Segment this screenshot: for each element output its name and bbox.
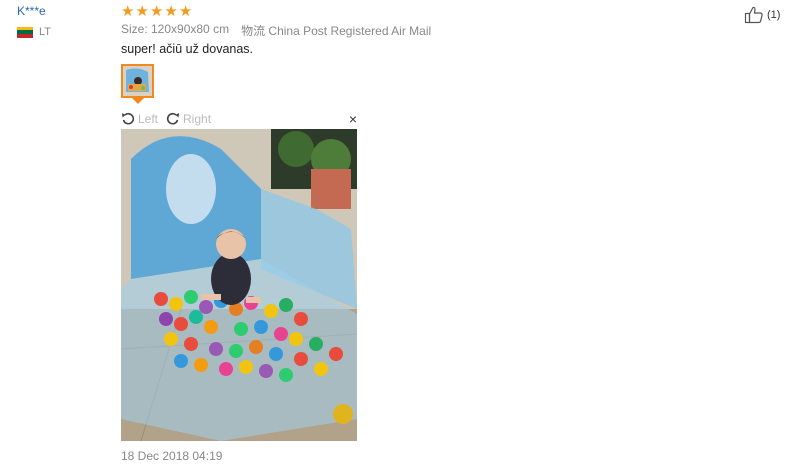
photo-viewer-toolbar: Left Right ×: [121, 110, 357, 128]
thumbs-up-icon: [744, 6, 763, 24]
rotate-right-label: Right: [183, 112, 212, 126]
shipping-label: 物流: [241, 24, 266, 38]
helpful-count: (1): [767, 9, 781, 21]
star-icon: ★: [164, 3, 178, 20]
thumbnail-image: [123, 66, 152, 96]
star-icon: ★: [178, 3, 193, 20]
rotate-right-button[interactable]: Right: [166, 112, 211, 126]
review-text: super! ačiū už dovanas.: [121, 42, 254, 56]
review-date: 18 Dec 2018 04:19: [121, 449, 223, 463]
review-photo-large: [121, 129, 357, 441]
helpful-button[interactable]: (1): [744, 5, 780, 25]
shipping-info: 物流 China Post Registered Air Mail: [241, 22, 431, 39]
shipping-value: China Post Registered Air Mail: [268, 24, 432, 38]
rotate-left-button[interactable]: Left: [121, 112, 158, 126]
ball-pit-photo: [121, 129, 357, 441]
size-info: Size: 120x90x80 cm: [121, 22, 230, 36]
thumbnail-selected-indicator: [132, 98, 144, 104]
review-meta: Size: 120x90x80 cm 物流 China Post Registe…: [121, 22, 431, 39]
star-icon: ★: [135, 3, 149, 20]
star-icon: ★: [149, 3, 164, 20]
star-icon: ★: [121, 3, 135, 20]
reviewer-name[interactable]: K***e: [17, 4, 46, 18]
close-icon[interactable]: ×: [349, 111, 357, 127]
rotate-left-label: Left: [138, 112, 159, 126]
reviewer-country: LT: [17, 26, 51, 38]
country-code: LT: [39, 26, 52, 38]
review-photo-thumbnail[interactable]: [121, 64, 154, 98]
rating-stars: ★ ★ ★ ★ ★: [121, 4, 192, 19]
rotate-left-icon: [122, 112, 135, 125]
lithuania-flag-icon: [17, 26, 33, 38]
rotate-right-icon: [166, 112, 180, 125]
